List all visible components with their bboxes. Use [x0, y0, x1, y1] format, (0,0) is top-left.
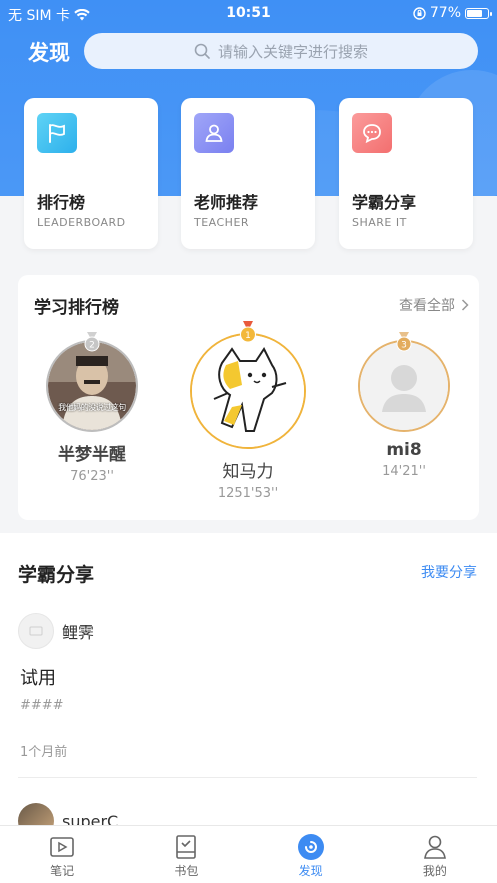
battery-icon: [465, 7, 492, 19]
card-subtitle: LEADERBOARD: [37, 216, 126, 229]
section-title: 学习排行榜: [34, 298, 119, 318]
page-title: 发现: [28, 41, 70, 65]
discover-icon: [296, 832, 326, 862]
tab-label: 我的: [422, 864, 447, 878]
post-author[interactable]: 鲤霁: [18, 613, 94, 649]
tab-discover[interactable]: 发现: [249, 826, 373, 883]
post-title[interactable]: 试用: [20, 664, 56, 690]
card-title: 老师推荐: [194, 193, 259, 212]
post-body: ####: [20, 698, 64, 713]
avatar-caption: 我他妈的没说过这句: [58, 403, 126, 412]
status-bar: 无 SIM 卡 10:51 77%: [0, 0, 497, 26]
search-input[interactable]: 请输入关键字进行搜索: [84, 33, 478, 69]
share-section: 学霸分享 我要分享 鲤霁 试用 #### 1个月前 superC: [0, 533, 497, 839]
post-time: 1个月前: [20, 745, 68, 760]
svg-text:1: 1: [245, 331, 251, 341]
ranker-time: 76'23'': [70, 469, 114, 484]
avatar: [190, 333, 306, 449]
battery-percent: 77%: [429, 5, 461, 21]
divider: [18, 777, 477, 778]
user-icon: [420, 832, 450, 862]
section-title: 学霸分享: [18, 564, 95, 586]
tab-label: 发现: [298, 864, 323, 878]
avatar: 我他妈的没说过这句: [46, 340, 138, 432]
share-card[interactable]: 学霸分享 SHARE IT: [339, 98, 473, 249]
search-icon: [194, 43, 210, 59]
search-placeholder: 请输入关键字进行搜索: [217, 42, 368, 61]
card-subtitle: SHARE IT: [352, 216, 407, 229]
ranker-name: 半梦半醒: [58, 445, 126, 465]
chat-bubble-icon: [352, 113, 392, 153]
avatar: [358, 340, 450, 432]
ranker-time: 1251'53'': [217, 486, 279, 501]
teacher-card[interactable]: 老师推荐 TEACHER: [181, 98, 315, 249]
ranker-time: 14'21'': [382, 464, 426, 479]
ranker-name: 知马力: [222, 462, 274, 482]
checkbook-icon: [171, 832, 201, 862]
ranker-first[interactable]: 1 知马力 1251'53'': [190, 321, 306, 501]
leaderboard-card[interactable]: 排行榜 LEADERBOARD: [24, 98, 158, 249]
author-name: 鲤霁: [62, 623, 95, 642]
svg-text:2: 2: [89, 341, 95, 351]
svg-text:3: 3: [401, 341, 407, 351]
flag-icon: [37, 113, 77, 153]
tab-bookbag[interactable]: 书包: [124, 826, 248, 883]
chevron-right-icon: [461, 299, 469, 311]
ranker-second[interactable]: 我他妈的没说过这句 2 半梦半醒 76'23'': [44, 332, 140, 484]
bronze-medal-icon: 3: [396, 332, 412, 352]
play-square-icon: [47, 832, 77, 862]
tab-bar: 笔记 书包 发现 我的: [0, 825, 497, 883]
card-title: 排行榜: [37, 193, 86, 212]
tab-profile[interactable]: 我的: [373, 826, 497, 883]
teacher-icon: [194, 113, 234, 153]
tab-label: 书包: [174, 864, 199, 878]
ranker-third[interactable]: 3 mi8 14'21'': [356, 332, 452, 479]
tab-notes[interactable]: 笔记: [0, 826, 124, 883]
view-all-link[interactable]: 查看全部: [399, 295, 469, 315]
tab-label: 笔记: [50, 864, 75, 878]
card-title: 学霸分享: [352, 193, 417, 212]
share-action-button[interactable]: 我要分享: [421, 562, 477, 582]
gold-medal-icon: 1: [240, 321, 256, 343]
card-subtitle: TEACHER: [194, 216, 250, 229]
leaderboard-section: 学习排行榜 查看全部 我他妈的没说过这句 2 半梦半醒 76'23'' 1 知马…: [18, 275, 479, 520]
ranker-name: mi8: [386, 440, 422, 460]
avatar: [18, 613, 54, 649]
orientation-lock-icon: [413, 6, 426, 20]
silver-medal-icon: 2: [84, 332, 100, 352]
